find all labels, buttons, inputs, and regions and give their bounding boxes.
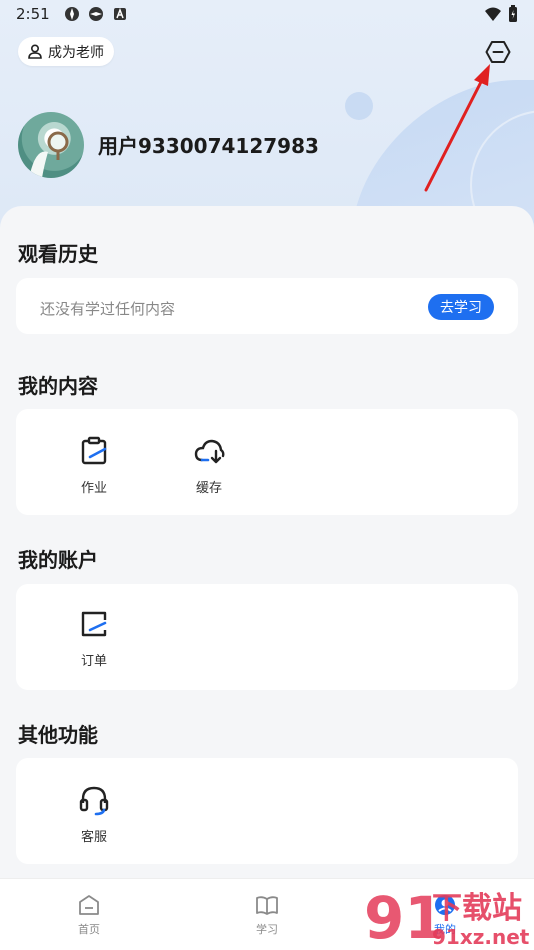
header-background bbox=[0, 0, 534, 240]
battery-icon bbox=[509, 5, 517, 22]
go-study-button[interactable]: 去学习 bbox=[428, 294, 494, 320]
customer-service-button[interactable]: 客服 bbox=[54, 784, 134, 845]
avatar[interactable] bbox=[18, 112, 84, 178]
settings-hexagon-icon bbox=[485, 41, 511, 63]
my-content-card: 作业 缓存 bbox=[16, 409, 518, 515]
watermark-logo: 91 下载站 91xz.net bbox=[364, 884, 530, 950]
history-card: 还没有学过任何内容 去学习 bbox=[16, 278, 518, 334]
svg-text:91xz.net: 91xz.net bbox=[432, 925, 530, 949]
wifi-icon bbox=[485, 7, 501, 21]
username: 用户9330074127983 bbox=[98, 134, 319, 158]
home-icon bbox=[79, 895, 99, 915]
status-bar: 2:51 bbox=[0, 0, 534, 28]
tab-home[interactable]: 首页 bbox=[49, 893, 129, 937]
order-button[interactable]: 订单 bbox=[54, 608, 134, 669]
status-time: 2:51 bbox=[16, 5, 50, 23]
svg-text:下载站: 下载站 bbox=[432, 891, 522, 926]
avatar-illustration bbox=[30, 131, 69, 178]
tab-study[interactable]: 学习 bbox=[227, 893, 307, 937]
other-features-title: 其他功能 bbox=[18, 723, 98, 747]
homework-button[interactable]: 作业 bbox=[54, 435, 134, 496]
cache-label: 缓存 bbox=[195, 481, 222, 496]
tab-home-label: 首页 bbox=[78, 923, 100, 936]
book-icon bbox=[256, 896, 278, 915]
settings-button[interactable] bbox=[484, 38, 512, 66]
tab-study-label: 学习 bbox=[256, 923, 278, 936]
app-notification-icon bbox=[64, 7, 79, 21]
other-features-card: 客服 bbox=[16, 758, 518, 864]
my-content-title: 我的内容 bbox=[18, 374, 98, 398]
my-account-card: 订单 bbox=[16, 584, 518, 690]
a-notification-icon bbox=[113, 7, 126, 20]
app-notification-icon bbox=[88, 7, 103, 21]
headset-icon bbox=[79, 786, 109, 816]
cloud-download-icon bbox=[194, 439, 225, 464]
my-account-title: 我的账户 bbox=[18, 548, 98, 572]
history-empty-text: 还没有学过任何内容 bbox=[40, 300, 176, 318]
homework-label: 作业 bbox=[80, 481, 107, 496]
homework-icon bbox=[81, 436, 107, 465]
become-teacher-label: 成为老师 bbox=[48, 44, 104, 61]
person-icon bbox=[28, 44, 42, 59]
order-icon bbox=[81, 611, 107, 637]
history-title: 观看历史 bbox=[18, 242, 98, 266]
cache-button[interactable]: 缓存 bbox=[169, 435, 249, 496]
order-label: 订单 bbox=[80, 654, 107, 669]
header-decoration-dot bbox=[345, 92, 373, 120]
become-teacher-button[interactable]: 成为老师 bbox=[18, 37, 114, 66]
customer-service-label: 客服 bbox=[80, 830, 107, 845]
